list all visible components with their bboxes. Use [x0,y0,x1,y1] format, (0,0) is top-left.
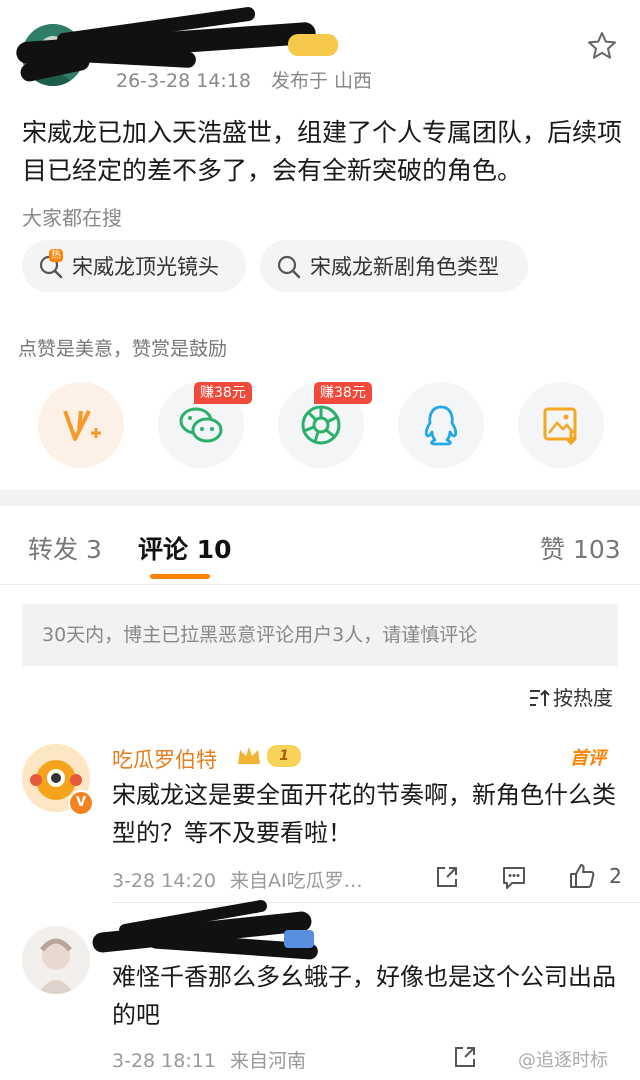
tab-comments[interactable]: 评论 10 [138,530,232,566]
post-location: 发布于 山西 [271,70,373,92]
blocked-users-notice: 30天内，博主已拉黑恶意评论用户3人，请谨慎评论 [22,604,618,666]
wechat-icon [179,407,223,443]
active-tab-indicator [150,574,210,579]
tip-button[interactable] [38,382,124,468]
search-icon [277,255,301,279]
post-time: 26-3-28 14:18 [116,70,251,92]
comment-meta-2: 3-28 18:11 来自河南 [112,1046,306,1073]
moments-icon [301,405,341,445]
comment-time: 3-28 14:20 [112,870,216,892]
commenter-name[interactable]: 吃瓜罗伯特 [112,744,217,774]
reward-label: 点赞是美意，赞赏是鼓励 [18,338,228,360]
thumbs-up-icon [570,864,595,888]
earn-badge-wechat: 赚38元 [194,382,252,404]
comment-source: 来自AI吃瓜罗… [229,870,363,892]
hot-tag: 热 [49,249,63,262]
post-body: 宋威龙已加入天浩盛世，组建了个人专属团队，后续项目已经定的差不多了，会有全新突破… [22,118,623,185]
qq-icon [424,405,458,446]
comment-meta: 3-28 14:20 来自AI吃瓜罗… [112,866,363,893]
comment-divider [112,902,640,903]
commenter-avatar-2[interactable] [22,926,90,994]
sort-toggle[interactable]: 按热度 [528,682,613,711]
search-chip-1[interactable]: 热 宋威龙顶光镜头 [22,240,246,292]
search-chip-2-label: 宋威龙新剧角色类型 [310,255,499,279]
comment-source-2: 来自河南 [229,1050,306,1072]
search-chip-2[interactable]: 宋威龙新剧角色类型 [260,240,528,292]
favorite-star-icon[interactable] [586,30,618,62]
share-icon-2[interactable] [452,1044,478,1074]
tab-repost[interactable]: 转发 3 [28,530,102,566]
first-comment-badge: 首评 [570,748,606,769]
hot-search-icon: 热 [38,249,64,279]
tip-v-icon [63,410,101,441]
post-meta: 26-3-28 14:18 发布于 山西 [116,66,386,93]
verified-badge-icon: V [68,790,94,816]
tab-bar: 转发 3 评论 10 赞 103 [0,506,640,585]
save-image-button[interactable] [518,382,604,468]
section-divider [0,490,640,506]
tab-likes[interactable]: 赞 103 [540,530,621,566]
share-icon[interactable] [434,864,460,894]
level-badge: 1 [236,744,302,768]
like-count: 2 [609,864,622,888]
comment-time-2: 3-28 18:11 [112,1050,216,1072]
comment-text: 宋威龙这是要全面开花的节奏啊，新角色什么类型的？等不及要看啦！ [112,781,616,847]
sort-icon [530,689,550,706]
earn-badge-moments: 赚38元 [314,382,372,404]
comment-text-2: 难怪千香那么多幺蛾子，好像也是这个公司出品的吧 [112,963,616,1029]
search-chip-1-label: 宋威龙顶光镜头 [72,255,219,279]
sort-label: 按热度 [553,686,613,710]
weibo-watermark: @追逐时标 [518,1050,608,1071]
commenter-name-redaction [88,899,328,964]
save-image-icon [543,407,578,445]
like-button[interactable]: 2 [568,862,622,890]
reply-icon[interactable] [500,864,528,894]
crown-icon [238,747,260,764]
share-qq-button[interactable] [398,382,484,468]
trending-search-label: 大家都在搜 [22,206,122,230]
level-number: 1 [267,745,302,767]
